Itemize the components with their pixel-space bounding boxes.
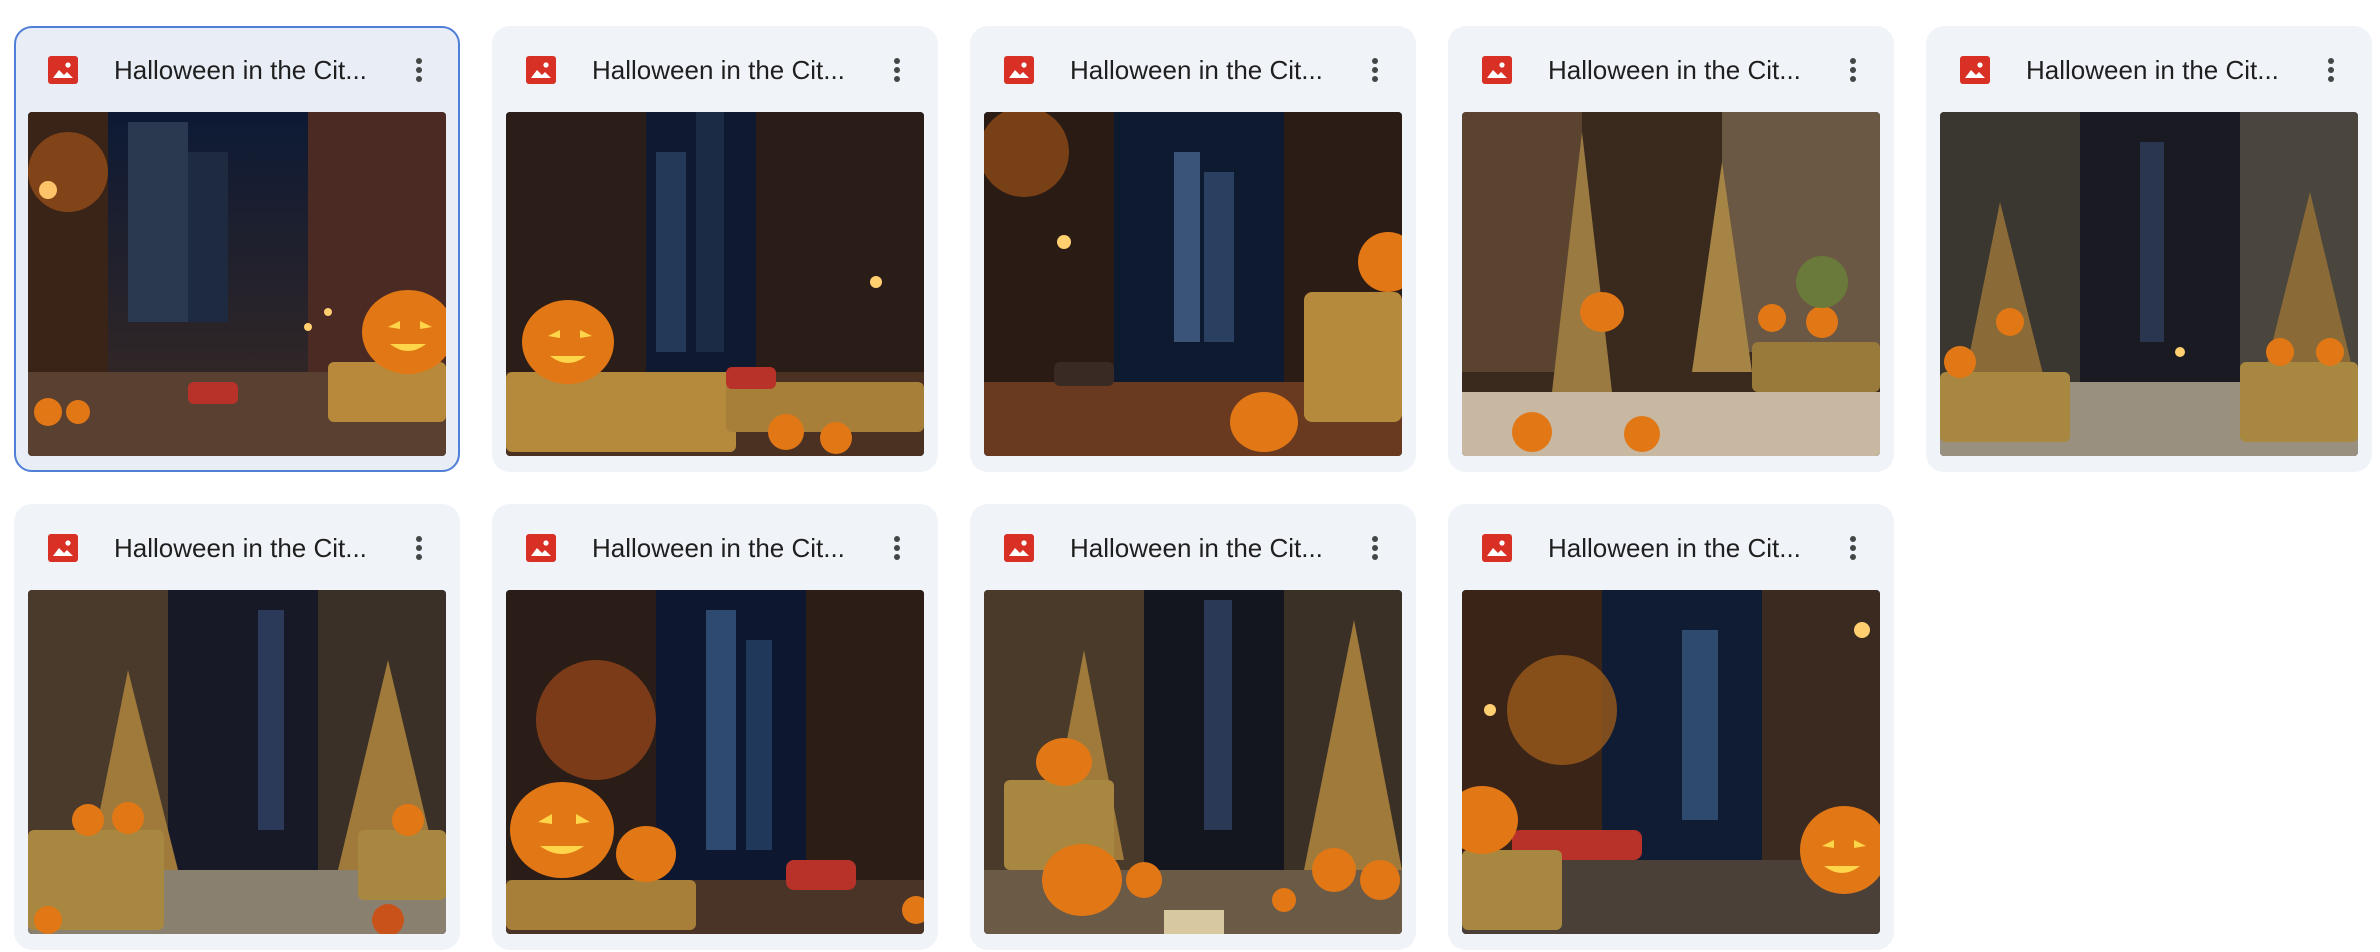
more-options-button[interactable] xyxy=(876,527,918,569)
file-card-header: Halloween in the Cit... xyxy=(492,26,938,112)
file-card[interactable]: Halloween in the Cit... xyxy=(14,26,460,472)
image-icon xyxy=(526,56,556,84)
file-card[interactable]: Halloween in the Cit... xyxy=(492,504,938,950)
file-title: Halloween in the Cit... xyxy=(114,55,367,85)
file-card[interactable]: Halloween in the Cit... xyxy=(492,26,938,472)
file-thumbnail[interactable] xyxy=(506,590,924,934)
more-options-button[interactable] xyxy=(2310,49,2352,91)
file-thumbnail[interactable] xyxy=(28,112,446,456)
file-title: Halloween in the Cit... xyxy=(1070,533,1323,563)
image-icon xyxy=(1004,534,1034,562)
more-vert-icon xyxy=(416,536,422,560)
file-card-header: Halloween in the Cit... xyxy=(14,26,460,112)
file-card-header: Halloween in the Cit... xyxy=(970,26,1416,112)
file-card[interactable]: Halloween in the Cit... xyxy=(1448,26,1894,472)
file-title: Halloween in the Cit... xyxy=(1548,55,1801,85)
more-options-button[interactable] xyxy=(1354,527,1396,569)
more-options-button[interactable] xyxy=(1832,527,1874,569)
more-options-button[interactable] xyxy=(1354,49,1396,91)
file-title: Halloween in the Cit... xyxy=(114,533,367,563)
file-thumbnail[interactable] xyxy=(1462,590,1880,934)
image-icon xyxy=(526,534,556,562)
file-title: Halloween in the Cit... xyxy=(592,533,845,563)
more-options-button[interactable] xyxy=(398,527,440,569)
file-card[interactable]: Halloween in the Cit... xyxy=(970,26,1416,472)
more-options-button[interactable] xyxy=(1832,49,1874,91)
image-icon xyxy=(1960,56,1990,84)
image-icon xyxy=(1482,534,1512,562)
file-card-header: Halloween in the Cit... xyxy=(970,504,1416,590)
file-thumbnail[interactable] xyxy=(1940,112,2358,456)
file-card[interactable]: Halloween in the Cit... xyxy=(1448,504,1894,950)
image-icon xyxy=(48,56,78,84)
file-thumbnail[interactable] xyxy=(984,112,1402,456)
file-card-header: Halloween in the Cit... xyxy=(1926,26,2372,112)
more-options-button[interactable] xyxy=(398,49,440,91)
more-vert-icon xyxy=(1850,536,1856,560)
file-card-header: Halloween in the Cit... xyxy=(492,504,938,590)
more-vert-icon xyxy=(894,58,900,82)
file-card-header: Halloween in the Cit... xyxy=(1448,504,1894,590)
more-options-button[interactable] xyxy=(876,49,918,91)
more-vert-icon xyxy=(894,536,900,560)
image-icon xyxy=(1482,56,1512,84)
file-title: Halloween in the Cit... xyxy=(2026,55,2279,85)
more-vert-icon xyxy=(1372,536,1378,560)
more-vert-icon xyxy=(416,58,422,82)
file-card[interactable]: Halloween in the Cit... xyxy=(1926,26,2372,472)
file-card[interactable]: Halloween in the Cit... xyxy=(970,504,1416,950)
file-thumbnail[interactable] xyxy=(1462,112,1880,456)
file-title: Halloween in the Cit... xyxy=(1548,533,1801,563)
more-vert-icon xyxy=(2328,58,2334,82)
file-card-header: Halloween in the Cit... xyxy=(1448,26,1894,112)
more-vert-icon xyxy=(1372,58,1378,82)
image-icon xyxy=(48,534,78,562)
file-title: Halloween in the Cit... xyxy=(1070,55,1323,85)
file-grid: Halloween in the Cit... Halloween in the… xyxy=(0,0,2380,952)
file-thumbnail[interactable] xyxy=(506,112,924,456)
file-thumbnail[interactable] xyxy=(28,590,446,934)
more-vert-icon xyxy=(1850,58,1856,82)
file-card[interactable]: Halloween in the Cit... xyxy=(14,504,460,950)
file-title: Halloween in the Cit... xyxy=(592,55,845,85)
file-thumbnail[interactable] xyxy=(984,590,1402,934)
image-icon xyxy=(1004,56,1034,84)
file-card-header: Halloween in the Cit... xyxy=(14,504,460,590)
